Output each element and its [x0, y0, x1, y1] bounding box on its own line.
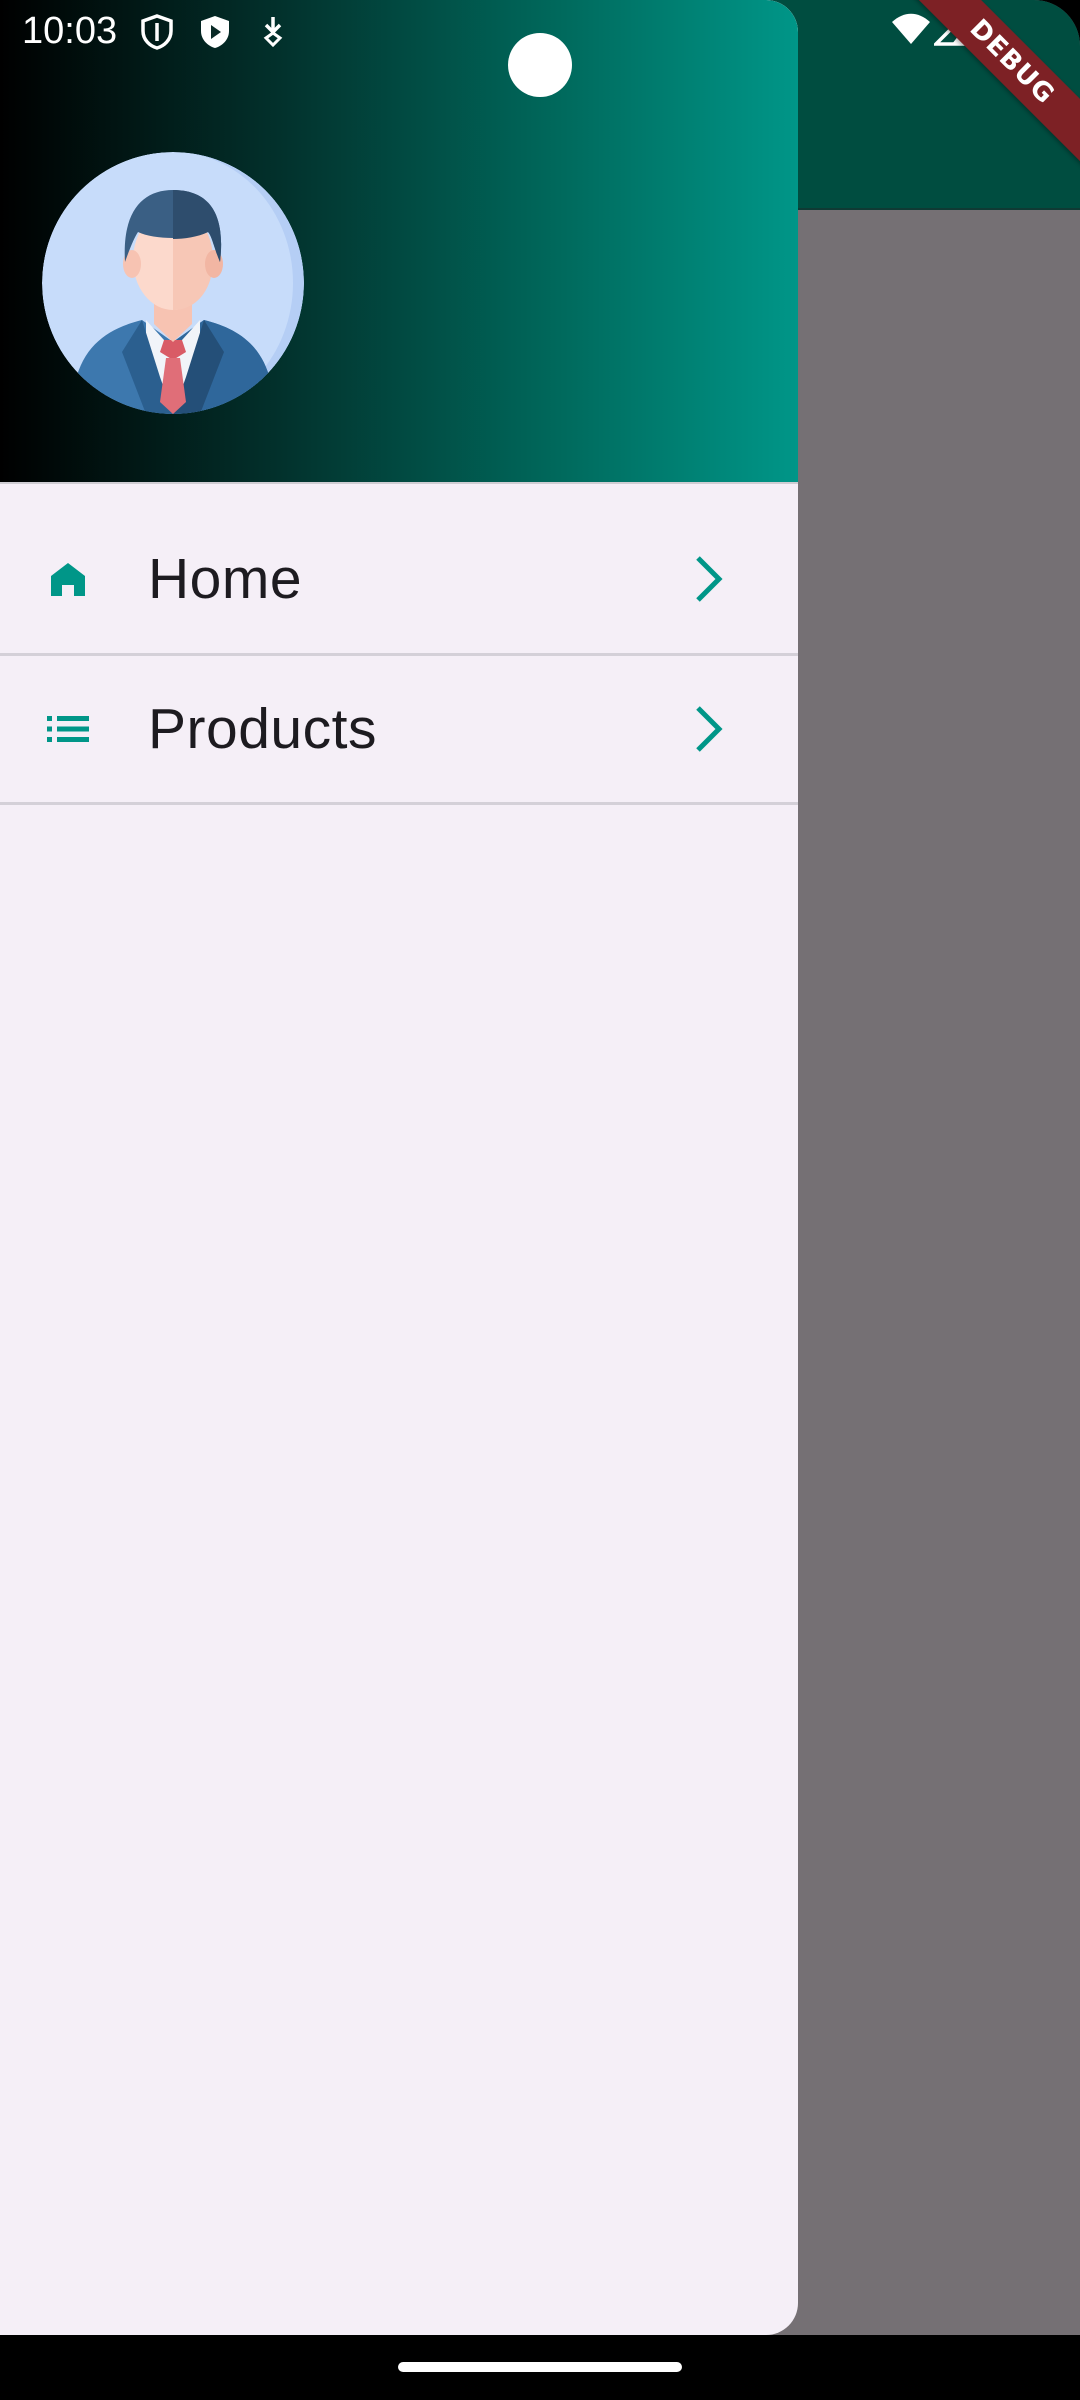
- drawer-item-label: Home: [148, 547, 303, 611]
- list-icon: [46, 707, 90, 751]
- gesture-nav-handle[interactable]: [398, 2362, 682, 2372]
- screen: DEBUG 10:03 Home Products: [0, 0, 1080, 2400]
- home-icon: [46, 557, 90, 601]
- drawer-header: [0, 0, 798, 482]
- status-time: 10:03: [22, 10, 118, 52]
- chevron-right-icon: [690, 553, 726, 605]
- camera-cutout: [508, 33, 572, 97]
- shield-outline-icon: [140, 14, 174, 55]
- wifi-icon: [890, 12, 932, 51]
- drawer-divider: [0, 802, 798, 805]
- user-avatar[interactable]: [42, 152, 304, 414]
- navigation-drawer: Home Products: [0, 0, 798, 2335]
- chevron-right-icon: [690, 703, 726, 755]
- header-divider: [0, 482, 798, 484]
- drawer-item-products[interactable]: Products: [0, 656, 798, 802]
- drawer-item-label: Products: [148, 697, 377, 761]
- play-shield-icon: [198, 14, 232, 55]
- download-icon: [260, 14, 286, 53]
- drawer-item-home[interactable]: Home: [0, 506, 798, 652]
